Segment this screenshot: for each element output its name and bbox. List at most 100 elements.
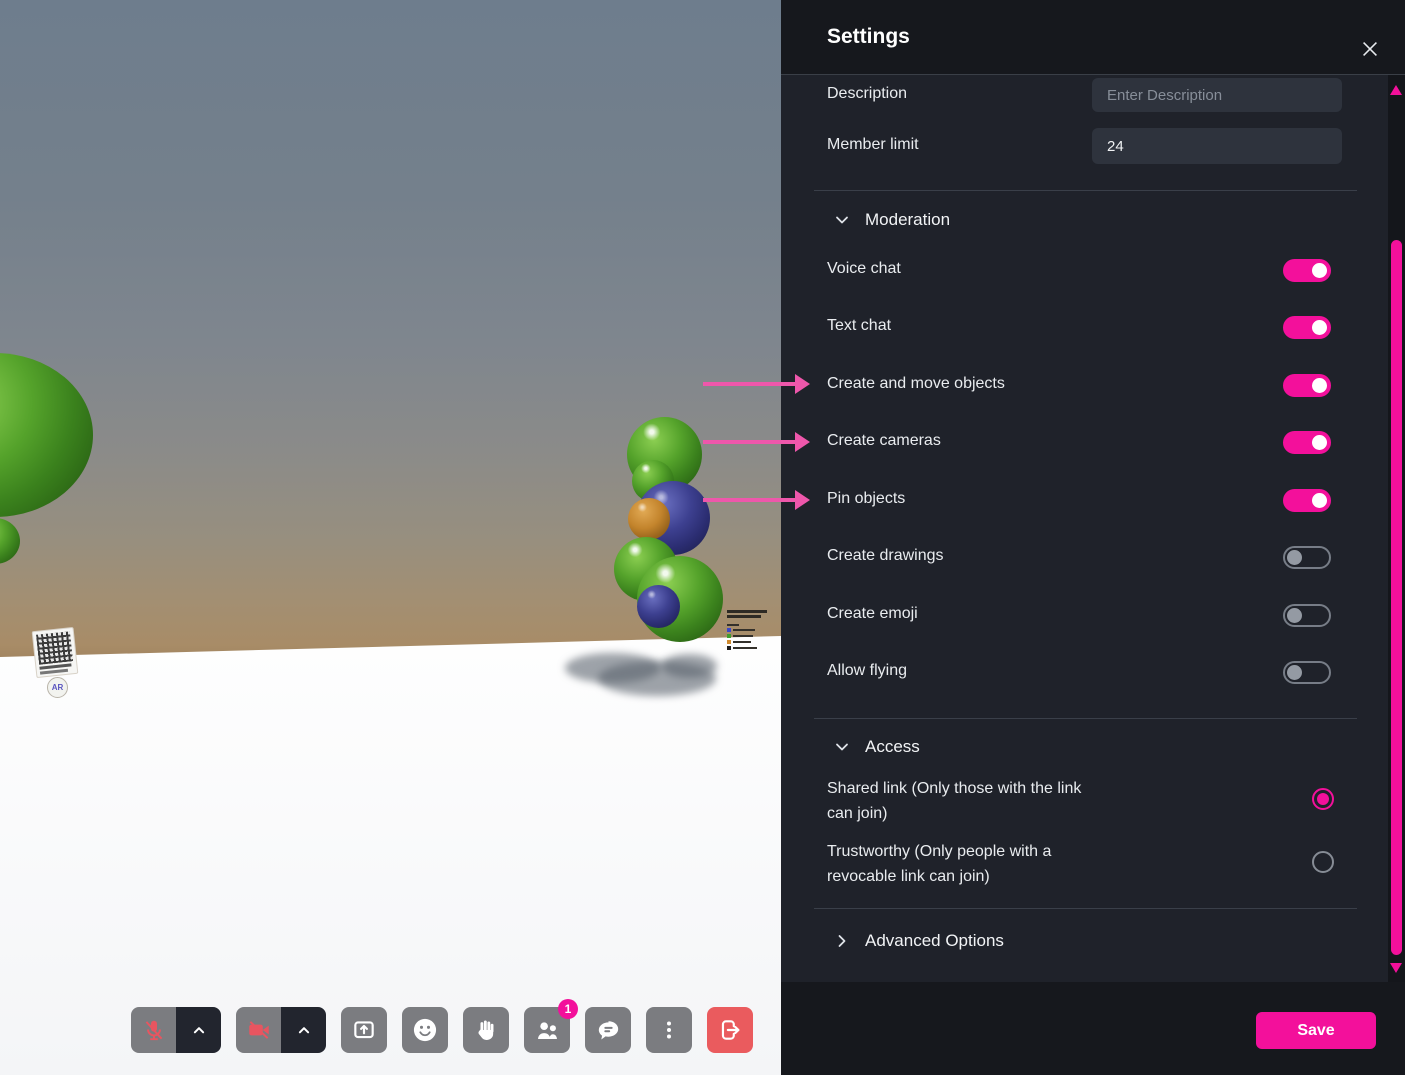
emoji-icon	[411, 1016, 439, 1044]
setting-label-create-emoji: Create emoji	[827, 605, 918, 623]
toggle-pin-objects[interactable]	[1283, 489, 1331, 512]
settings-header: Settings	[781, 0, 1405, 75]
share-screen-icon	[351, 1017, 377, 1043]
toggle-knob	[1312, 435, 1327, 450]
settings-footer: Save	[781, 982, 1405, 1075]
emoji-button[interactable]	[402, 1007, 448, 1053]
scrollbar-track[interactable]	[1388, 75, 1405, 982]
scrollbar-down-arrow[interactable]	[1390, 963, 1402, 973]
toggle-create-drawings[interactable]	[1283, 546, 1331, 569]
divider	[814, 190, 1357, 191]
setting-label-create-move-objects: Create and move objects	[827, 375, 1005, 393]
section-title: Moderation	[865, 210, 950, 230]
qr-pattern	[36, 631, 73, 664]
legend-subtitle-line	[727, 624, 739, 626]
toggle-create-move-objects[interactable]	[1283, 374, 1331, 397]
divider	[814, 718, 1357, 719]
chat-bubble-icon	[595, 1017, 622, 1044]
raised-hand-icon	[473, 1017, 499, 1043]
section-advanced-options-header[interactable]: Advanced Options	[831, 930, 1004, 952]
annotation-arrow-create-move-objects	[703, 382, 795, 386]
qr-caption-line	[40, 669, 68, 675]
microphone-muted-button[interactable]	[131, 1007, 176, 1053]
more-options-button[interactable]	[646, 1007, 692, 1053]
chat-button[interactable]	[585, 1007, 631, 1053]
section-title: Access	[865, 737, 920, 757]
microphone-muted-icon	[141, 1017, 167, 1043]
microphone-button-group[interactable]	[131, 1007, 221, 1053]
app-window: AR	[0, 0, 1405, 1075]
3d-viewport[interactable]: AR	[0, 0, 781, 1075]
share-screen-button[interactable]	[341, 1007, 387, 1053]
camera-muted-button[interactable]	[236, 1007, 281, 1053]
sphere-orange[interactable]	[628, 498, 670, 540]
radio-label-trustworthy: Trustworthy (Only people with a revocabl…	[827, 839, 1087, 889]
microphone-options-button[interactable]	[176, 1007, 221, 1053]
setting-label-voice-chat: Voice chat	[827, 260, 901, 278]
close-icon[interactable]	[1359, 38, 1381, 60]
action-toolbar: 1	[131, 1007, 753, 1053]
radio-trustworthy[interactable]	[1312, 851, 1334, 873]
object-legend-card	[727, 610, 771, 664]
radio-label-shared-link: Shared link (Only those with the link ca…	[827, 776, 1087, 826]
description-label: Description	[827, 85, 907, 103]
divider	[814, 908, 1357, 909]
toggle-knob	[1287, 665, 1302, 680]
member-limit-input[interactable]	[1092, 128, 1342, 164]
toggle-knob	[1312, 493, 1327, 508]
setting-label-text-chat: Text chat	[827, 317, 891, 335]
toggle-knob	[1287, 608, 1302, 623]
radio-shared-link[interactable]	[1312, 788, 1334, 810]
chevron-down-icon	[831, 736, 853, 758]
camera-muted-icon	[246, 1017, 272, 1043]
toggle-text-chat[interactable]	[1283, 316, 1331, 339]
legend-dot-green	[727, 634, 731, 638]
chevron-up-icon	[293, 1019, 315, 1041]
leave-room-button[interactable]	[707, 1007, 753, 1053]
page-title: Settings	[827, 25, 910, 49]
legend-dot-orange	[727, 640, 731, 644]
chevron-right-icon	[831, 930, 853, 952]
scrollbar-up-arrow[interactable]	[1390, 85, 1402, 95]
chevron-up-icon	[188, 1019, 210, 1041]
legend-title-line	[727, 615, 761, 618]
legend-dot-blue	[727, 628, 731, 632]
description-input[interactable]	[1092, 78, 1342, 112]
setting-label-allow-flying: Allow flying	[827, 662, 907, 680]
section-title: Advanced Options	[865, 931, 1004, 951]
settings-panel: Settings Description Member limit Modera…	[781, 0, 1405, 1075]
leave-exit-icon	[717, 1017, 743, 1043]
save-button[interactable]: Save	[1256, 1012, 1376, 1049]
setting-label-create-drawings: Create drawings	[827, 547, 944, 565]
legend-title-line	[727, 610, 767, 613]
people-icon	[534, 1017, 561, 1044]
qr-code-card[interactable]	[32, 627, 79, 678]
raise-hand-button[interactable]	[463, 1007, 509, 1053]
annotation-arrow-create-cameras	[703, 440, 795, 444]
toggle-knob	[1312, 320, 1327, 335]
people-count-badge: 1	[558, 999, 578, 1019]
camera-options-button[interactable]	[281, 1007, 326, 1053]
toggle-knob	[1312, 378, 1327, 393]
kebab-menu-icon	[657, 1018, 681, 1042]
member-limit-label: Member limit	[827, 136, 919, 154]
toggle-create-cameras[interactable]	[1283, 431, 1331, 454]
ar-badge[interactable]: AR	[47, 677, 68, 698]
sphere-blue-small[interactable]	[637, 585, 680, 628]
setting-label-create-cameras: Create cameras	[827, 432, 941, 450]
legend-dot-black	[727, 646, 731, 650]
toggle-create-emoji[interactable]	[1283, 604, 1331, 627]
toggle-knob	[1287, 550, 1302, 565]
section-access-header[interactable]: Access	[831, 736, 920, 758]
chevron-down-icon	[831, 209, 853, 231]
section-moderation-header[interactable]: Moderation	[831, 209, 950, 231]
camera-button-group[interactable]	[236, 1007, 326, 1053]
toggle-voice-chat[interactable]	[1283, 259, 1331, 282]
settings-scroll-area: Description Member limit Moderation Voic…	[781, 75, 1405, 982]
scrollbar-thumb[interactable]	[1391, 240, 1402, 955]
toggle-allow-flying[interactable]	[1283, 661, 1331, 684]
people-button[interactable]: 1	[524, 1007, 570, 1053]
setting-label-pin-objects: Pin objects	[827, 490, 905, 508]
sphere-shadow	[662, 654, 717, 678]
annotation-arrow-pin-objects	[703, 498, 795, 502]
